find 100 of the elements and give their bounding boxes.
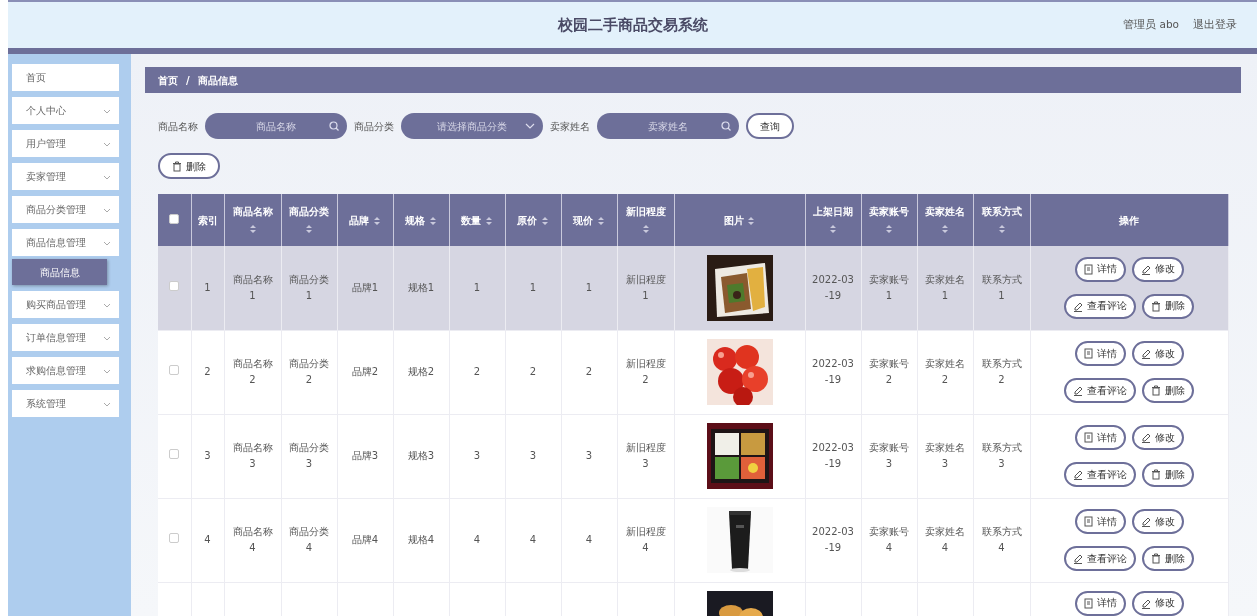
table-cell: 3: [585, 450, 593, 461]
chevron-icon: [103, 173, 111, 180]
table-cell: 商品分类1: [289, 273, 329, 301]
sidebar-item[interactable]: 求购信息管理: [12, 357, 119, 384]
row-checkbox[interactable]: [169, 533, 180, 543]
column-header[interactable]: 新旧程度: [625, 206, 666, 217]
column-header[interactable]: 图片: [723, 214, 744, 226]
breadcrumb-separator: /: [186, 73, 190, 88]
sort-icon: [305, 224, 313, 234]
sidebar-item[interactable]: 系统管理: [12, 390, 119, 417]
sidebar-item[interactable]: 购买商品管理: [12, 291, 119, 318]
table-cell: 3: [204, 450, 211, 461]
table-cell: 联系方式4: [981, 526, 1022, 553]
select-field[interactable]: 请选择商品分类: [401, 113, 543, 139]
trash-icon: [1151, 300, 1161, 312]
sidebar-item[interactable]: 商品信息管理: [12, 229, 119, 256]
column-header[interactable]: 索引: [197, 214, 218, 226]
column-header[interactable]: 联系方式: [981, 206, 1022, 217]
field-label: 卖家姓名: [550, 119, 590, 134]
app-title: 校园二手商品交易系统: [557, 14, 708, 36]
column-header[interactable]: 卖家账号: [869, 206, 909, 217]
delete-button[interactable]: 删除: [158, 153, 220, 179]
sidebar-subitem[interactable]: 商品信息: [12, 259, 107, 285]
column-header[interactable]: 上架日期: [813, 206, 853, 217]
sort-icon: [641, 224, 650, 234]
search-icon: [721, 121, 731, 131]
column-header[interactable]: 商品分类: [289, 206, 329, 217]
column-header[interactable]: 原价: [517, 214, 538, 226]
breadcrumb-link[interactable]: 首页: [158, 72, 178, 88]
field-label: 商品分类: [354, 119, 394, 134]
pencil-icon: [1073, 553, 1083, 564]
pencil-icon: [1140, 348, 1151, 359]
table-cell: 联系方式3: [981, 442, 1022, 469]
table-cell: 2: [204, 366, 211, 377]
sort-icon: [885, 224, 893, 234]
sidebar-item[interactable]: 订单信息管理: [12, 324, 119, 351]
action-button[interactable]: 查看评论: [1064, 378, 1136, 403]
table-cell: 4: [473, 534, 481, 545]
select-all-checkbox[interactable]: [169, 213, 180, 224]
table-cell: 4: [585, 534, 593, 545]
row-checkbox[interactable]: [169, 449, 180, 459]
breadcrumb-link[interactable]: 商品信息: [197, 72, 238, 88]
document-icon: [1083, 263, 1093, 275]
action-button[interactable]: 修改: [1131, 425, 1184, 450]
trash-icon: [1151, 385, 1161, 396]
action-button[interactable]: 查看评论: [1064, 462, 1136, 487]
document-icon: [1083, 516, 1093, 527]
field-label: 商品名称: [158, 119, 198, 134]
sidebar-item[interactable]: 卖家管理: [12, 163, 119, 190]
table-cell: 2: [473, 366, 481, 377]
table-cell: 商品名称1: [232, 273, 273, 301]
action-button[interactable]: 查看评论: [1064, 293, 1136, 319]
chevron-icon: [103, 301, 111, 308]
table-cell: 2022-03-19: [812, 358, 854, 385]
chevron-icon: [103, 400, 111, 407]
action-button[interactable]: 删除: [1142, 462, 1194, 487]
table-cell: 2022-03-19: [812, 526, 854, 553]
column-header[interactable]: 操作: [1119, 214, 1139, 226]
column-header[interactable]: 数量: [461, 214, 482, 226]
action-button[interactable]: 修改: [1131, 256, 1184, 282]
action-button[interactable]: 详情: [1074, 341, 1126, 366]
sidebar-item[interactable]: 首页: [12, 64, 119, 91]
search-field[interactable]: 卖家姓名: [597, 113, 739, 139]
document-icon: [1083, 348, 1093, 359]
column-header[interactable]: 规格: [405, 214, 426, 226]
logout-link[interactable]: 退出登录: [1193, 17, 1237, 33]
table-cell: 4: [204, 534, 211, 545]
sidebar-item[interactable]: 商品分类管理: [12, 196, 119, 223]
sidebar-item[interactable]: 个人中心: [12, 97, 119, 124]
row-checkbox[interactable]: [169, 280, 180, 291]
action-button[interactable]: 详情: [1074, 256, 1126, 282]
action-button[interactable]: 修改: [1131, 590, 1184, 616]
action-button[interactable]: 删除: [1142, 546, 1194, 571]
document-icon: [1083, 597, 1093, 609]
search-icon: [329, 121, 339, 131]
pencil-icon: [1073, 300, 1083, 312]
action-button[interactable]: 详情: [1074, 425, 1126, 450]
table-cell: 商品名称3: [232, 442, 273, 469]
sidebar-item[interactable]: 用户管理: [12, 130, 119, 157]
table-cell: 卖家账号1: [869, 273, 909, 301]
search-field[interactable]: 商品名称: [205, 113, 347, 139]
table-cell: 1: [585, 281, 593, 293]
column-header[interactable]: 现价: [573, 214, 594, 226]
action-button[interactable]: 详情: [1074, 590, 1126, 616]
column-header[interactable]: 品牌: [349, 214, 370, 226]
action-button[interactable]: 详情: [1074, 509, 1126, 534]
action-button[interactable]: 删除: [1142, 378, 1194, 403]
column-header[interactable]: 卖家姓名: [925, 206, 965, 217]
action-button[interactable]: 查看评论: [1064, 546, 1136, 571]
table-cell: 规格4: [407, 534, 435, 545]
table-cell: 规格1: [407, 281, 435, 293]
table-cell: 联系方式2: [981, 358, 1022, 385]
sort-icon: [596, 215, 605, 226]
table-cell: 新旧程度1: [625, 273, 666, 301]
action-button[interactable]: 修改: [1131, 509, 1184, 534]
column-header[interactable]: 商品名称: [232, 206, 273, 217]
search-button[interactable]: 查询: [746, 113, 794, 139]
action-button[interactable]: 删除: [1142, 293, 1194, 319]
row-checkbox[interactable]: [169, 365, 180, 375]
action-button[interactable]: 修改: [1131, 341, 1184, 366]
